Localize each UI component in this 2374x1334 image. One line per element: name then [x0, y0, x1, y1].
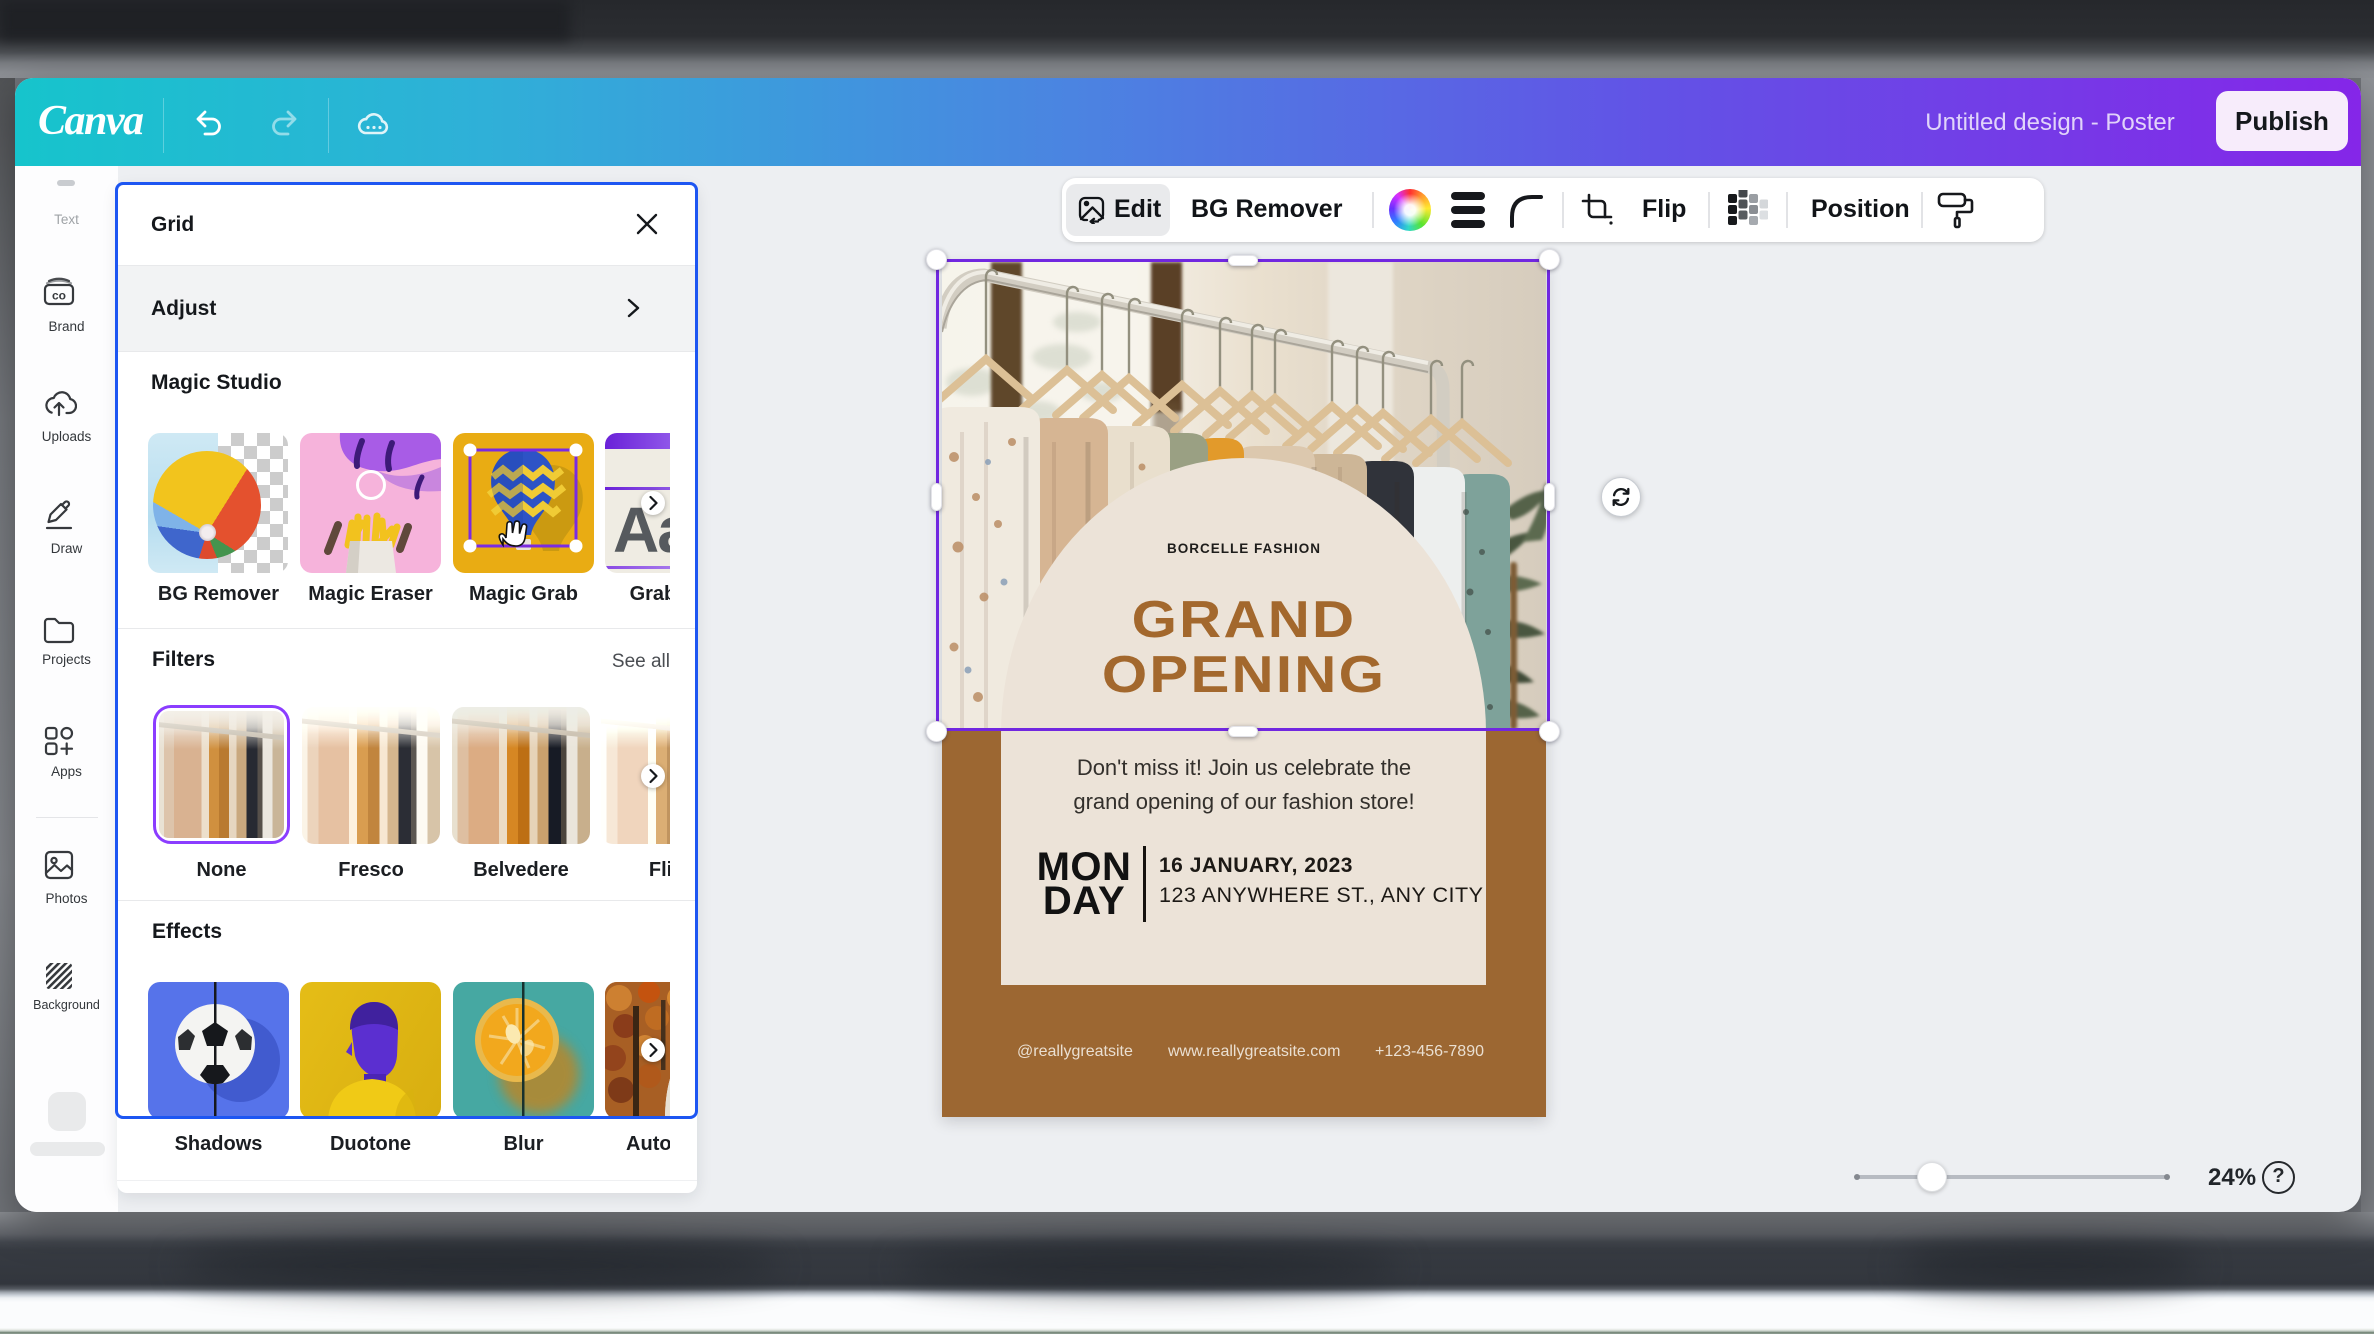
svg-text:co: co	[52, 289, 66, 303]
